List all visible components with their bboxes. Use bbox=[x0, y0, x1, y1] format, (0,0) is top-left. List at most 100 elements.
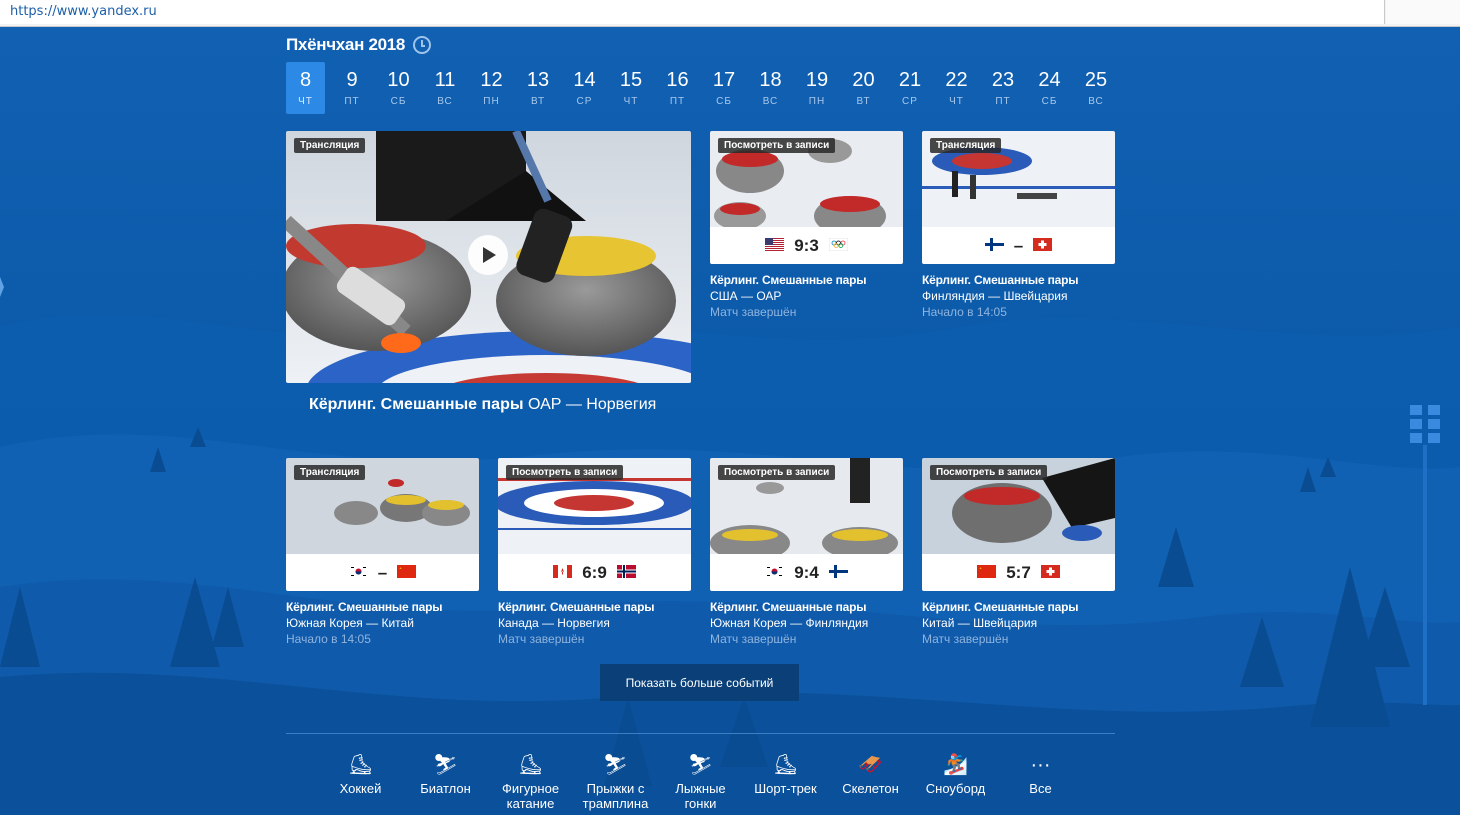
date-item-8[interactable]: 8 ЧТ bbox=[286, 62, 325, 114]
event-card-kor-chn[interactable]: Трансляция – Кёрлинг. Смешанные пары Южная … bbox=[286, 458, 479, 646]
more-icon: ··· bbox=[1030, 754, 1051, 776]
event-teams: Финляндия — Швейцария bbox=[922, 289, 1068, 303]
address-bar[interactable]: https://www.yandex.ru bbox=[0, 0, 1385, 24]
date-weekday: ВТ bbox=[856, 96, 871, 107]
event-title: Кёрлинг. Смешанные пары bbox=[710, 273, 867, 287]
date-item-21[interactable]: 21 СР bbox=[891, 62, 930, 114]
event-card-usa-oar[interactable]: Посмотреть в записи 9:3 Кёрлинг. Смешанные… bbox=[710, 131, 903, 319]
event-thumbnail[interactable]: Посмотреть в записи bbox=[922, 458, 1115, 554]
date-item-18[interactable]: 18 ВС bbox=[751, 62, 790, 114]
date-weekday: СБ bbox=[1041, 96, 1058, 107]
snowboard-icon: 🏂 bbox=[943, 754, 968, 776]
featured-caption[interactable]: Кёрлинг. Смешанные пары ОАР — Норвегия bbox=[309, 396, 656, 414]
event-status: Начало в 14:05 bbox=[922, 305, 1007, 319]
figure-skating-icon: ⛸ bbox=[517, 754, 544, 776]
date-item-22[interactable]: 22 ЧТ bbox=[937, 62, 976, 114]
date-weekday: СР bbox=[576, 96, 593, 107]
date-weekday: ПТ bbox=[344, 96, 360, 107]
sport-item-biathlon[interactable]: ⛷ Биатлон bbox=[403, 753, 488, 811]
sport-item-skeleton[interactable]: 🛷 Скелетон bbox=[828, 753, 913, 811]
date-item-16[interactable]: 16 ПТ bbox=[658, 62, 697, 114]
date-item-13[interactable]: 13 ВТ bbox=[519, 62, 558, 114]
date-item-23[interactable]: 23 ПТ bbox=[984, 62, 1023, 114]
cross-country-icon: ⛷ bbox=[687, 754, 714, 776]
event-teams: Китай — Швейцария bbox=[922, 616, 1038, 630]
event-title: Кёрлинг. Смешанные пары bbox=[286, 600, 443, 614]
sport-item-more[interactable]: ··· Все bbox=[998, 753, 1083, 811]
date-weekday: ВС bbox=[1088, 96, 1104, 107]
event-card-can-nor[interactable]: Посмотреть в записи 6:9 Кёрлинг. Смешанные… bbox=[498, 458, 691, 646]
date-item-11[interactable]: 11 ВС bbox=[426, 62, 465, 114]
event-teams: Южная Корея — Финляндия bbox=[710, 616, 869, 630]
clock-icon[interactable] bbox=[413, 36, 432, 54]
date-item-15[interactable]: 15 ЧТ bbox=[612, 62, 651, 114]
short-track-icon: ⛸ bbox=[772, 754, 799, 776]
sport-item-short-track[interactable]: ⛸ Шорт-трек bbox=[743, 753, 828, 811]
team2-flag-icon bbox=[828, 236, 848, 256]
date-item-19[interactable]: 19 ПН bbox=[798, 62, 837, 114]
show-more-button[interactable]: Показать больше событий bbox=[600, 664, 799, 701]
event-badge: Трансляция bbox=[294, 465, 366, 480]
date-weekday: СБ bbox=[390, 96, 407, 107]
event-title: Кёрлинг. Смешанные пары bbox=[710, 600, 867, 614]
date-weekday: ВС bbox=[437, 96, 453, 107]
date-number: 21 bbox=[898, 69, 922, 91]
event-title: Кёрлинг. Смешанные пары bbox=[922, 273, 1079, 287]
date-number: 13 bbox=[526, 69, 550, 91]
sport-label: Хоккей bbox=[339, 781, 382, 796]
featured-event-card[interactable]: Трансляция bbox=[286, 131, 691, 383]
event-thumbnail[interactable]: Посмотреть в записи bbox=[710, 131, 903, 227]
sport-label: Сноуборд bbox=[925, 781, 986, 796]
event-card-chn-sui[interactable]: Посмотреть в записи 5:7 Кёрлинг. Смешанные… bbox=[922, 458, 1115, 646]
sport-item-hockey[interactable]: ⛸ Хоккей bbox=[318, 753, 403, 811]
event-card-fin-sui[interactable]: Трансляция – Кёрлинг. Смешанные пары Финлян… bbox=[922, 131, 1115, 319]
date-number: 22 bbox=[945, 69, 968, 91]
sport-item-figure-skating[interactable]: ⛸ Фигурное катание bbox=[488, 753, 573, 811]
date-item-25[interactable]: 25 ВС bbox=[1077, 62, 1116, 114]
date-number: 25 bbox=[1084, 69, 1108, 91]
match-score: – bbox=[1013, 235, 1024, 255]
event-card-kor-fin[interactable]: Посмотреть в записи 9:4 Кёрлинг. Смешанные… bbox=[710, 458, 903, 646]
date-weekday: ЧТ bbox=[623, 96, 639, 107]
date-item-9[interactable]: 9 ПТ bbox=[333, 62, 372, 114]
score-bar: 9:3 bbox=[710, 227, 903, 264]
date-number: 16 bbox=[666, 69, 689, 91]
date-weekday: СР bbox=[902, 96, 918, 107]
biathlon-icon: ⛷ bbox=[432, 754, 459, 776]
score-bar: – bbox=[286, 554, 479, 591]
event-status: Матч завершён bbox=[922, 632, 1009, 646]
match-score: 9:4 bbox=[794, 562, 819, 582]
date-item-12[interactable]: 12 ПН bbox=[472, 62, 511, 114]
sport-item-cross-country[interactable]: ⛷ Лыжные гонки bbox=[658, 753, 743, 811]
event-thumbnail[interactable]: Трансляция bbox=[922, 131, 1115, 227]
event-thumbnail[interactable]: Посмотреть в записи bbox=[498, 458, 691, 554]
date-item-17[interactable]: 17 СБ bbox=[705, 62, 744, 114]
featured-title: Кёрлинг. Смешанные пары bbox=[309, 396, 524, 413]
date-number: 11 bbox=[434, 69, 456, 91]
featured-thumbnail[interactable]: Трансляция bbox=[286, 131, 691, 383]
date-weekday: СБ bbox=[716, 96, 732, 107]
event-status: Матч завершён bbox=[710, 305, 797, 319]
event-thumbnail[interactable]: Трансляция bbox=[286, 458, 479, 554]
score-bar: 6:9 bbox=[498, 554, 691, 591]
date-number: 12 bbox=[480, 69, 503, 91]
play-icon[interactable] bbox=[468, 235, 508, 275]
date-item-10[interactable]: 10 СБ bbox=[379, 62, 418, 114]
live-badge: Трансляция bbox=[294, 138, 366, 153]
sport-label: Скелетон bbox=[842, 781, 899, 796]
ski-jumping-icon: ⛷ bbox=[602, 754, 629, 776]
date-item-24[interactable]: 24 СБ bbox=[1030, 62, 1069, 114]
event-thumbnail[interactable]: Посмотреть в записи bbox=[710, 458, 903, 554]
event-status: Матч завершён bbox=[710, 632, 797, 646]
match-score: 6:9 bbox=[582, 562, 607, 582]
sport-item-snowboard[interactable]: 🏂 Сноуборд bbox=[913, 753, 998, 811]
date-number: 17 bbox=[712, 69, 736, 91]
divider bbox=[286, 733, 1115, 734]
date-item-20[interactable]: 20 ВТ bbox=[844, 62, 883, 114]
date-item-14[interactable]: 14 СР bbox=[565, 62, 604, 114]
address-text[interactable]: https://www.yandex.ru bbox=[10, 4, 157, 19]
team1-flag-icon bbox=[765, 236, 785, 256]
score-bar: 5:7 bbox=[922, 554, 1115, 591]
sport-item-ski-jumping[interactable]: ⛷ Прыжки с трамплина bbox=[573, 753, 658, 811]
event-badge: Посмотреть в записи bbox=[506, 465, 624, 480]
